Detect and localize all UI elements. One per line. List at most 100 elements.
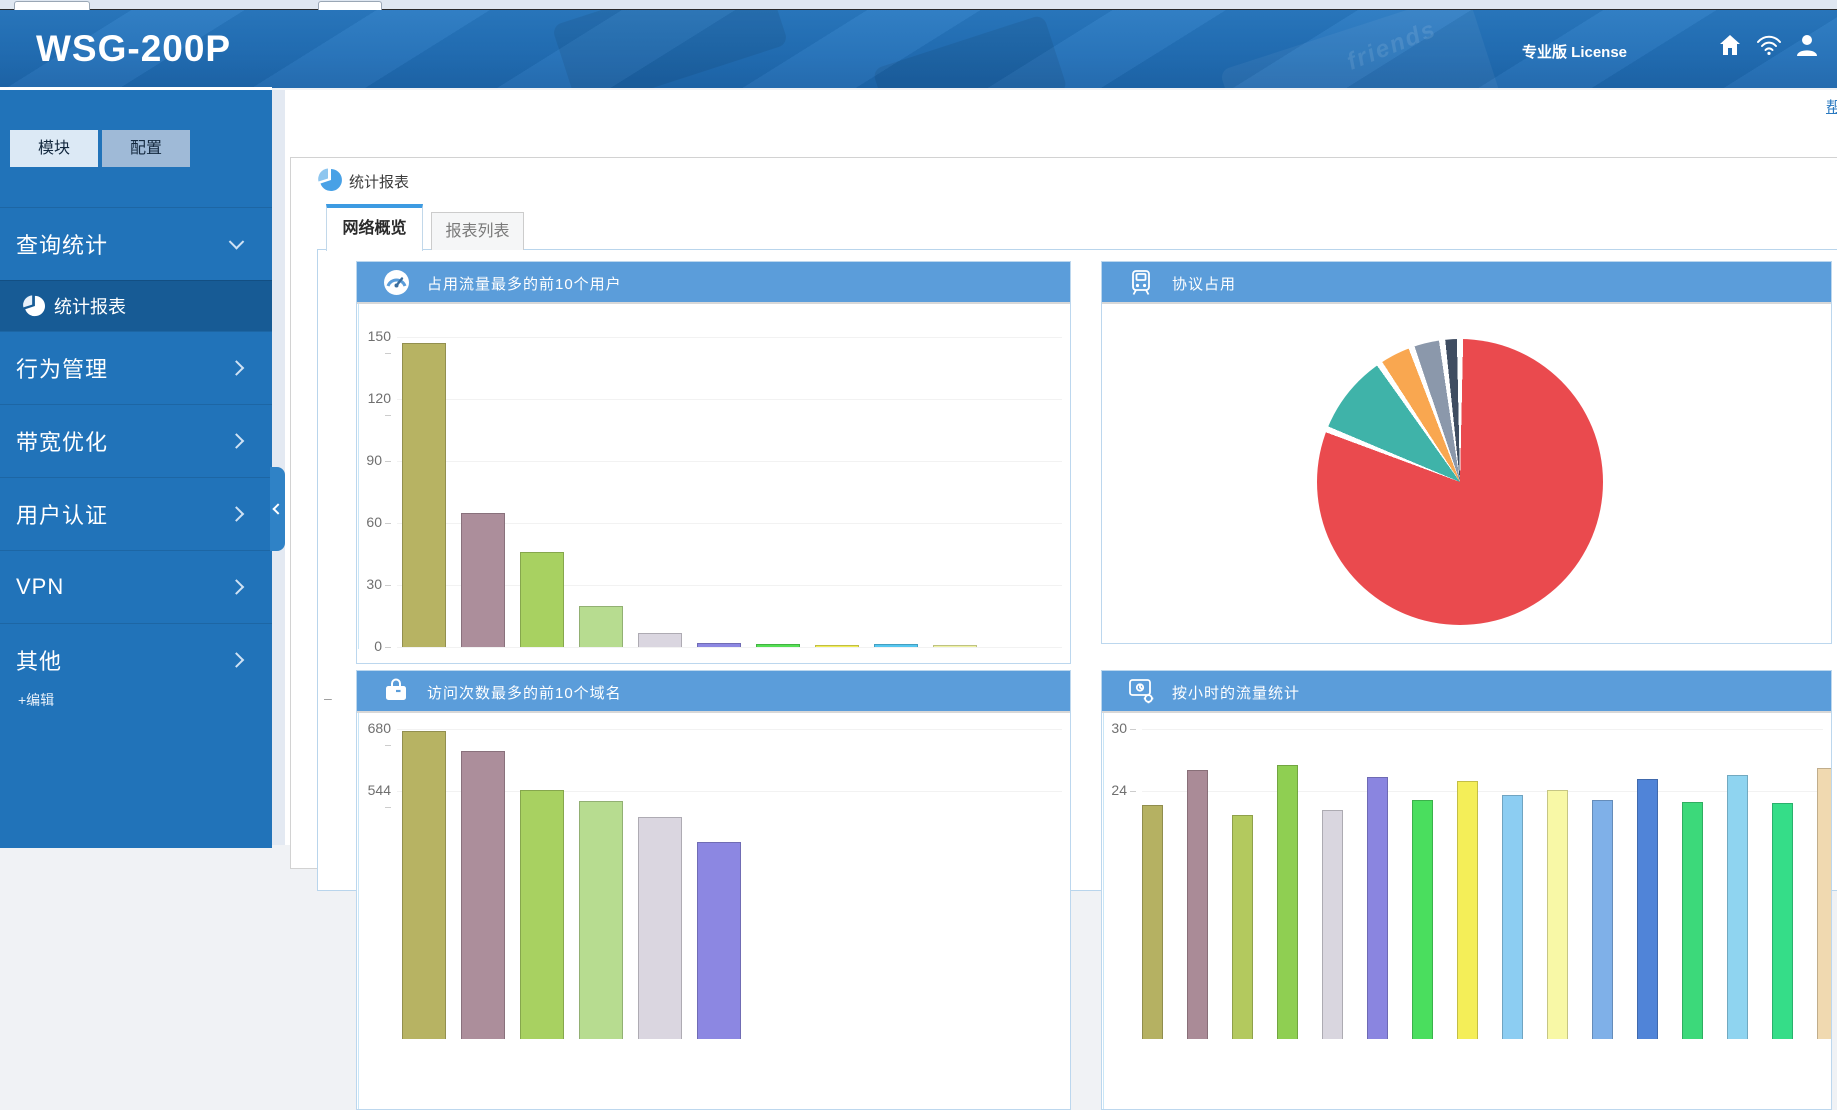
bar bbox=[1457, 781, 1478, 1039]
content-tabs: 网络概览 报表列表 bbox=[291, 203, 1837, 250]
sidebar-item-label: VPN bbox=[16, 574, 64, 600]
browser-edge bbox=[0, 0, 1837, 10]
bar bbox=[579, 801, 623, 1039]
gridline bbox=[1142, 791, 1823, 792]
bar bbox=[1637, 779, 1658, 1039]
panel-title: 占用流量最多的前10个用户 bbox=[427, 273, 622, 294]
bar bbox=[1277, 765, 1298, 1039]
y-tick-label: 544 bbox=[359, 782, 391, 814]
bar bbox=[579, 606, 623, 647]
charts-container: – 占用流量最多的前10个用户 1501209060300 bbox=[317, 249, 1837, 891]
panel-header: 占用流量最多的前10个用户 bbox=[357, 262, 1070, 304]
chart-panel-top-users: 占用流量最多的前10个用户 150 120 90 60 30 0 bbox=[356, 261, 1071, 664]
bar bbox=[638, 817, 682, 1039]
tab-report-list[interactable]: 报表列表 bbox=[431, 212, 524, 250]
bar bbox=[1727, 775, 1748, 1038]
y-tick-label: 90 bbox=[359, 452, 391, 468]
gridline bbox=[397, 647, 1062, 648]
chart-panel-top-domains: 访问次数最多的前10个域名 680 544 bbox=[356, 670, 1071, 1110]
y-tick-label: 120 bbox=[359, 390, 391, 422]
gridline bbox=[397, 399, 1062, 400]
chart-panel-protocols: 协议占用 bbox=[1101, 261, 1832, 644]
sidebar-tab-modules[interactable]: 模块 bbox=[10, 130, 98, 167]
bar bbox=[1412, 800, 1433, 1039]
app-header: friends WSG-200P 专业版 License bbox=[0, 10, 1837, 88]
sidebar-tabs: 模块 配置 bbox=[10, 130, 190, 167]
chevron-right-icon bbox=[229, 579, 245, 595]
y-axis-line bbox=[1103, 713, 1104, 1109]
bar bbox=[1817, 768, 1831, 1039]
home-icon[interactable] bbox=[1718, 34, 1742, 56]
bar bbox=[402, 343, 446, 647]
bar bbox=[638, 633, 682, 647]
bar bbox=[1682, 802, 1703, 1039]
pie-chart-plot bbox=[1102, 304, 1831, 643]
bar bbox=[402, 731, 446, 1039]
gridline bbox=[397, 729, 1062, 730]
sidebar-item-label: 查询统计 bbox=[16, 228, 108, 260]
y-axis-line bbox=[358, 713, 359, 1109]
bar bbox=[933, 645, 977, 647]
panel-header: 协议占用 bbox=[1102, 262, 1831, 304]
wifi-icon[interactable] bbox=[1756, 34, 1782, 56]
help-link[interactable]: 帮助 bbox=[1826, 96, 1837, 117]
sidebar-item-0[interactable]: 查询统计 bbox=[0, 207, 272, 280]
license-label: 专业版 License bbox=[1522, 41, 1627, 62]
report-module-panel: 统计报表 网络概览 报表列表 – 占用流量最多的前10个用户 150120906… bbox=[290, 157, 1837, 869]
bar bbox=[520, 552, 564, 647]
chart-panel-hourly-traffic: 按小时的流量统计 30 24 bbox=[1101, 670, 1832, 1110]
bar bbox=[1502, 795, 1523, 1039]
bar bbox=[520, 790, 564, 1039]
pie-chart bbox=[1317, 339, 1603, 625]
gridline bbox=[397, 337, 1062, 338]
app-logo: WSG-200P bbox=[36, 28, 231, 70]
bar bbox=[1367, 777, 1388, 1039]
bar bbox=[1547, 790, 1568, 1039]
sidebar-edit-link[interactable]: +编辑 bbox=[18, 690, 54, 710]
y-tick-label: 150 bbox=[359, 328, 391, 360]
chevron-right-icon bbox=[229, 433, 245, 449]
wsg-dashboard: { "header": { "logo": "WSG-200P", "licen… bbox=[0, 0, 1837, 845]
pie-chart-icon bbox=[317, 167, 343, 193]
bag-icon bbox=[383, 678, 409, 704]
panel-header: 访问次数最多的前10个域名 bbox=[357, 671, 1070, 713]
sidebar-item-label: 带宽优化 bbox=[16, 425, 108, 457]
y-tick-label: 60 bbox=[359, 514, 391, 530]
chevron-right-icon bbox=[229, 506, 245, 522]
sidebar-item-5[interactable]: 其他 bbox=[0, 623, 272, 696]
gridline bbox=[1142, 729, 1823, 730]
tab-network-overview[interactable]: 网络概览 bbox=[326, 204, 423, 251]
sidebar-subitem-reports[interactable]: 统计报表 bbox=[0, 280, 272, 331]
panel-header: 按小时的流量统计 bbox=[1102, 671, 1831, 713]
sidebar-item-1[interactable]: 行为管理 bbox=[0, 331, 272, 404]
sidebar-collapse-handle[interactable] bbox=[270, 467, 285, 551]
sidebar-subitem-label: 统计报表 bbox=[54, 293, 126, 319]
browser-tab-remnant bbox=[14, 1, 90, 10]
y-tick-label: 0 bbox=[359, 638, 391, 654]
chevron-right-icon bbox=[229, 652, 245, 668]
sidebar-item-4[interactable]: VPN bbox=[0, 550, 272, 623]
bar bbox=[1772, 803, 1793, 1039]
y-tick-label: 24 bbox=[1104, 782, 1136, 798]
bar bbox=[1592, 800, 1613, 1039]
y-tick-label: 30 bbox=[359, 576, 391, 592]
bar bbox=[874, 644, 918, 647]
chevron-right-icon bbox=[229, 360, 245, 376]
bar bbox=[697, 643, 741, 647]
sidebar-item-3[interactable]: 用户认证 bbox=[0, 477, 272, 550]
bar bbox=[815, 645, 859, 647]
sidebar-item-2[interactable]: 带宽优化 bbox=[0, 404, 272, 477]
bar bbox=[1322, 810, 1343, 1039]
pie-chart-icon bbox=[22, 294, 46, 318]
sidebar-tab-config[interactable]: 配置 bbox=[102, 130, 190, 167]
bar-chart-plot: 30 24 bbox=[1102, 713, 1831, 1109]
bar bbox=[461, 751, 505, 1039]
gauge-icon bbox=[383, 269, 410, 296]
y-tick-label: 680 bbox=[359, 720, 391, 752]
sidebar-item-label: 行为管理 bbox=[16, 352, 108, 384]
bar bbox=[1142, 805, 1163, 1039]
y-tick-label: 30 bbox=[1104, 720, 1136, 736]
panel-title: 按小时的流量统计 bbox=[1172, 682, 1300, 703]
browser-tab-remnant bbox=[318, 1, 382, 10]
user-icon[interactable] bbox=[1796, 34, 1818, 56]
